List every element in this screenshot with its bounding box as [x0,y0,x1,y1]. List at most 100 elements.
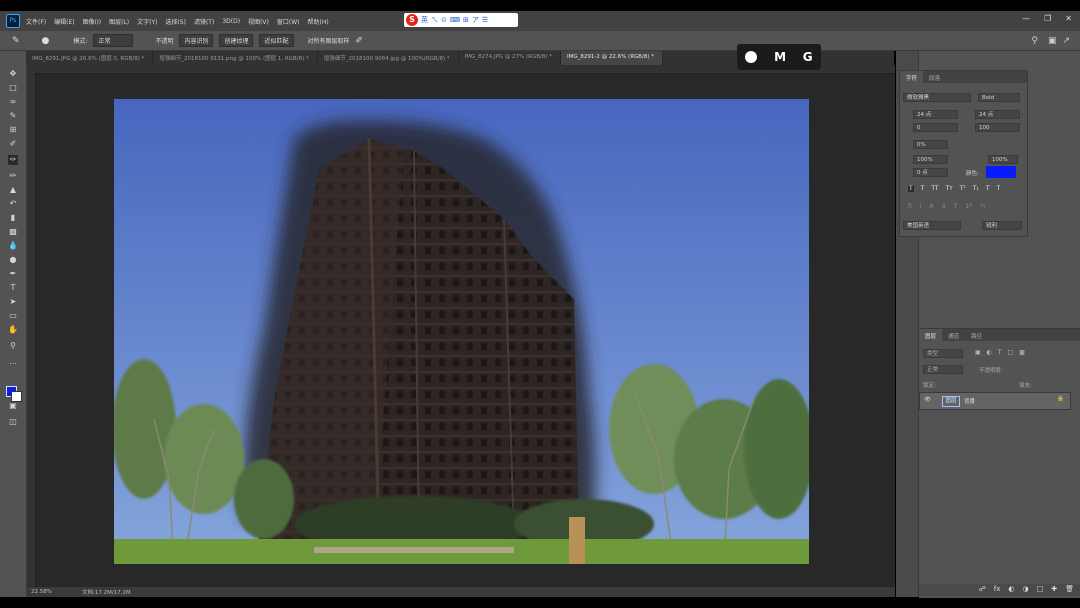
new-layer-icon[interactable]: ✚ [1051,585,1057,593]
zoom-tool-icon[interactable]: ⚲ [8,341,18,351]
blend-mode-select[interactable]: 正常 [923,365,963,374]
subscript-button[interactable]: T₁ [973,185,979,192]
search-icon[interactable]: ⚲ [1031,36,1038,46]
menu-layer[interactable]: 图层(L) [109,17,129,26]
clone-stamp-tool-icon[interactable]: ▲ [8,185,18,195]
brush-tool-icon[interactable]: ✏ [8,171,18,181]
zoom-level[interactable]: 22.58% [31,589,52,595]
menu-select[interactable]: 选择(S) [165,17,186,26]
leading-field[interactable]: 24 点 [975,110,1020,119]
superscript-button[interactable]: T¹ [960,185,966,192]
vertical-scale-field[interactable]: 100% [913,155,948,164]
mode-select[interactable]: 正常 [93,34,134,47]
text-color-swatch[interactable] [986,166,1016,178]
ime-mode-icon[interactable]: 英 [421,15,428,25]
layer-style-icon[interactable]: fx [994,585,1001,593]
ime-grid-icon[interactable]: ⊞ [463,16,469,24]
ime-emoji-icon[interactable]: ⊙ [441,16,447,24]
filter-smart-icon[interactable]: ▩ [1019,349,1025,356]
faux-bold-button[interactable]: T [908,185,914,192]
tab-paragraph[interactable]: 段落 [923,71,946,83]
history-brush-tool-icon[interactable]: ↶ [8,199,18,209]
adjustment-layer-icon[interactable]: ◑ [1023,585,1029,593]
all-caps-button[interactable]: TT [931,185,938,192]
close-icon[interactable]: ✕ [1065,14,1072,23]
gradient-tool-icon[interactable]: ▩ [8,227,18,237]
minimize-icon[interactable]: — [1022,14,1030,23]
path-select-tool-icon[interactable]: ➤ [8,297,18,307]
strikethrough-button[interactable]: T [997,185,1001,192]
font-style-select[interactable]: Bold [978,93,1020,102]
titling-icon[interactable]: T [954,203,958,210]
ligature-icon[interactable]: fi [908,203,912,210]
menu-window[interactable]: 窗口(W) [277,17,300,26]
screen-mode-icon[interactable]: ◫ [8,417,18,427]
group-icon[interactable]: □ [1037,585,1044,593]
document-image[interactable] [114,99,809,564]
marquee-tool-icon[interactable]: □ [8,83,18,93]
ime-skin-icon[interactable]: ア [472,15,479,25]
filter-pixel-icon[interactable]: ▣ [975,349,981,356]
dodge-tool-icon[interactable]: ● [8,255,18,265]
filter-type-icon[interactable]: T [998,349,1002,356]
ime-punct-icon[interactable]: ㄟ [431,15,438,25]
ime-toolbar[interactable]: S 英 ㄟ ⊙ ⌨ ⊞ ア ☰ [404,13,518,27]
filter-shape-icon[interactable]: □ [1008,349,1014,356]
sogou-logo-icon[interactable]: S [406,14,418,26]
share-icon[interactable]: ↗ [1062,36,1070,46]
restore-icon[interactable]: ❐ [1044,14,1051,23]
menu-view[interactable]: 视图(V) [248,17,269,26]
sample-all-layers-checkbox[interactable]: 对所有图层取样 [308,36,350,45]
menu-3d[interactable]: 3D(D) [222,18,240,25]
delete-layer-icon[interactable]: 🗑 [1065,585,1074,593]
ime-keyboard-icon[interactable]: ⌨ [450,16,460,24]
menu-file[interactable]: 文件(F) [26,17,46,26]
add-mask-icon[interactable]: ◐ [1008,585,1014,593]
doc-tab[interactable]: IMG_8291.JPG @ 26.6% (图层 0, RGB/8) * [26,51,154,65]
stylistic-icon[interactable]: ά [942,203,946,210]
horizontal-scale-field[interactable]: 100% [988,155,1018,164]
visibility-eye-icon[interactable]: 👁 [924,397,931,403]
ordinal-icon[interactable]: 1ª [965,203,972,210]
tab-channels[interactable]: 通道 [942,329,965,341]
kerning-field[interactable]: 0 [913,123,958,132]
layer-row-background[interactable]: 👁 图层 背景 🔒 [919,392,1071,410]
pressure-icon[interactable]: ✐ [356,36,364,46]
oldstyle-icon[interactable]: ї [920,203,922,210]
pen-tool-icon[interactable]: ✒ [8,269,18,279]
tab-character[interactable]: 字符 [900,71,924,83]
more-tools-icon[interactable]: ⋯ [8,359,18,369]
swash-icon[interactable]: A [929,203,933,210]
healing-brush-tool-icon[interactable]: ✑ [8,155,18,165]
language-select[interactable]: 美国英语 [903,221,961,230]
menu-image[interactable]: 图像(I) [83,17,101,26]
layer-filter-select[interactable]: 类型 [923,349,963,358]
fraction-icon[interactable]: ½ [980,203,986,210]
doc-tab[interactable]: 增强细节_2018100 9084.jpg @ 100%(RGB/8) * [318,51,459,65]
eraser-tool-icon[interactable]: ▮ [8,213,18,223]
quick-select-tool-icon[interactable]: ✎ [8,111,18,121]
quick-mask-icon[interactable]: ▣ [8,401,18,411]
doc-tab[interactable]: IMG_8274.JPG @ 27% (RGB/8) * [459,51,561,65]
small-caps-button[interactable]: Tт [946,185,953,192]
lasso-tool-icon[interactable]: ∞ [8,97,18,107]
move-tool-icon[interactable]: ✥ [8,69,18,79]
tsume-field[interactable]: 0% [913,140,948,149]
create-texture-option[interactable]: 创建纹理 [219,34,254,47]
crop-tool-icon[interactable]: ⊞ [8,125,18,135]
eyedropper-tool-icon[interactable]: ✐ [8,139,18,149]
hand-tool-icon[interactable]: ✋ [8,325,18,335]
font-size-field[interactable]: 24 点 [913,110,958,119]
blur-tool-icon[interactable]: 💧 [8,241,18,251]
doc-info[interactable]: 文档:17.2M/17.2M [82,588,131,596]
proximity-match-option[interactable]: 近似匹配 [259,34,294,47]
menu-edit[interactable]: 编辑(E) [54,17,74,26]
workspace-icon[interactable]: ▣ [1048,36,1057,46]
antialias-select[interactable]: 锐利 [982,221,1022,230]
font-family-select[interactable]: 微软雅黑 [903,93,971,102]
background-color-swatch[interactable] [11,391,22,402]
ime-menu-icon[interactable]: ☰ [482,16,488,24]
doc-tab[interactable]: 增强细节_2018100 9131.png @ 100% (图层 1, RGB/… [153,51,318,65]
filter-adjust-icon[interactable]: ◐ [987,349,992,356]
healing-brush-icon[interactable]: ✎ [12,36,20,46]
